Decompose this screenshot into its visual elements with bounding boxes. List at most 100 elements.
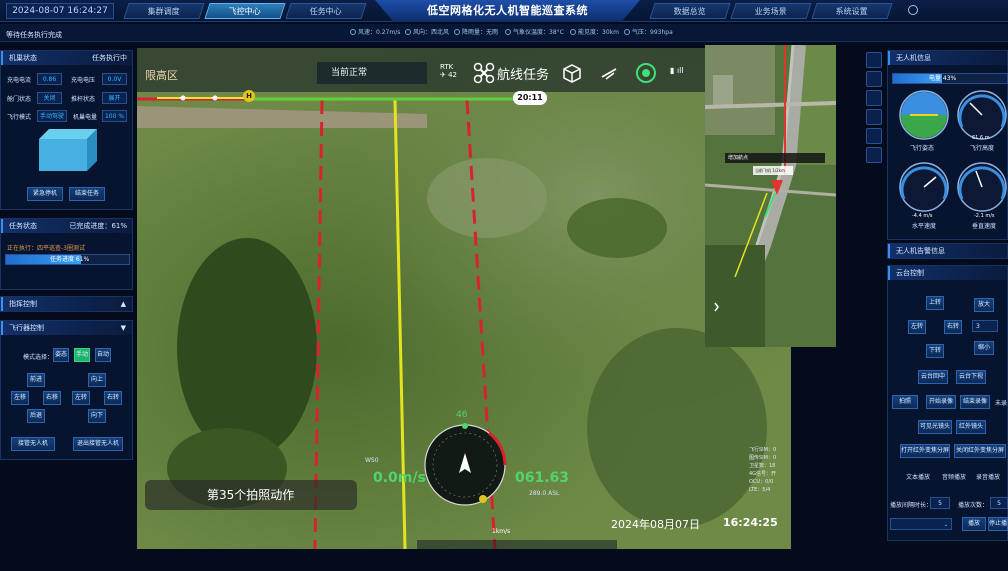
gimbal-down-button[interactable]: 下转 — [926, 344, 944, 358]
layers-icon[interactable] — [866, 71, 882, 87]
tab-cluster[interactable]: 集群调度 — [123, 3, 205, 19]
waypoint-tag: 增加航点 — [725, 153, 825, 163]
zoom-out-button[interactable]: 缩小 — [974, 341, 994, 355]
target-icon[interactable] — [635, 62, 657, 84]
stop-record-button[interactable]: 结束录像 — [960, 395, 990, 409]
text-play-tab[interactable]: 文本播放 — [906, 472, 930, 481]
times-input[interactable]: 5 — [990, 497, 1008, 509]
route-icon[interactable] — [866, 90, 882, 106]
value-push-status: 展开 — [102, 92, 127, 104]
pressure: 气压：993hpa — [624, 24, 673, 42]
plane-label: 当前飞机 1/2km — [753, 166, 793, 175]
close-ir-split-button[interactable]: 关闭红外变焦分屏 — [954, 444, 1006, 458]
mode-auto-button[interactable]: 自动 — [95, 348, 111, 362]
move-right-button[interactable]: 右移 — [43, 391, 61, 405]
wind-speed: 风速：0.27m/s — [350, 24, 400, 42]
gimbal-left-button[interactable]: 左转 — [908, 320, 926, 334]
thermometer-icon — [505, 29, 511, 35]
play-button[interactable]: 播放 — [962, 517, 986, 531]
attitude-label: 飞行姿态 — [910, 145, 935, 152]
turn-right-button[interactable]: 右转 — [104, 391, 122, 405]
open-ir-split-button[interactable]: 打开红外变焦分屏 — [900, 444, 950, 458]
interval-input[interactable]: 5 — [930, 497, 950, 509]
tab-settings[interactable]: 系统设置 — [811, 3, 893, 19]
up-button[interactable]: 向上 — [88, 373, 106, 387]
drone-battery-bar: 电量 43% — [892, 73, 1008, 84]
emergency-stop-button[interactable]: 紧急停机 — [27, 187, 63, 201]
altitude-label: 飞行高度 — [970, 145, 995, 152]
osd-stats: 飞行SIM：0 图传SIM：0 卫星数：18 4G信号：开 OCU：0/0 LTE：5/… — [749, 447, 777, 493]
backward-button[interactable]: 后退 — [27, 409, 45, 423]
altitude-readout: 061.63 — [515, 470, 570, 486]
nest-box-icon — [39, 129, 97, 171]
mission-label: 航线任务 — [497, 68, 550, 83]
record-play-tab[interactable]: 录音播放 — [976, 472, 1000, 481]
turn-left-button[interactable]: 左转 — [72, 391, 90, 405]
drone-battery-text: 电量 43% — [929, 75, 957, 82]
altitude-gauge — [957, 90, 1007, 140]
mode-manual-button[interactable]: 手动 — [74, 348, 90, 362]
heading-number: 46 — [456, 410, 468, 420]
forward-button[interactable]: 前进 — [27, 373, 45, 387]
stop-play-button[interactable]: 停止播 — [988, 517, 1008, 531]
speed-readout: 0.0m/s — [373, 470, 426, 486]
interval-label: 播放间隔时长： — [890, 502, 933, 509]
gear-icon[interactable] — [908, 5, 918, 15]
takeover-drone-button[interactable]: 接管无人机 — [11, 437, 55, 451]
audio-play-tab[interactable]: 音频播放 — [942, 472, 966, 481]
gimbal-down-view-button[interactable]: 云台下视 — [956, 370, 986, 384]
infrared-lens-button[interactable]: 红外镜头 — [956, 420, 986, 434]
tab-task[interactable]: 任务中心 — [285, 3, 367, 19]
gimbal-center-button[interactable]: 云台回中 — [918, 370, 948, 384]
alarm-panel[interactable]: 无人机告警信息 — [887, 243, 1008, 259]
drone-icon — [473, 62, 495, 84]
minimap[interactable]: 增加航点 当前飞机 1/2km — [705, 45, 836, 347]
horizontal-speed-gauge — [899, 162, 949, 212]
wind-icon — [350, 29, 356, 35]
attitude-gauge — [899, 90, 949, 140]
altitude-asl: 289.0 ASL — [529, 490, 560, 497]
gimbal-up-button[interactable]: 上转 — [926, 296, 944, 310]
down-button[interactable]: 向下 — [88, 409, 106, 423]
gimbal-control-title: 云台控制 — [888, 266, 1007, 280]
gimbal-right-button[interactable]: 右转 — [944, 320, 962, 334]
home-marker: H — [243, 90, 255, 102]
action-caption: 第35个拍照动作 — [145, 480, 357, 510]
photo-button[interactable]: 拍照 — [892, 395, 918, 409]
file-icon[interactable] — [866, 109, 882, 125]
value-nest-battery: 100 % — [102, 110, 127, 122]
exit-takeover-button[interactable]: 退出接管无人机 — [73, 437, 123, 451]
cube-icon[interactable] — [562, 63, 582, 83]
zoom-in-button[interactable]: 放大 — [974, 298, 994, 312]
distance-scale: 1km/s — [492, 528, 511, 535]
visible-lens-button[interactable]: 可见光镜头 — [918, 420, 952, 434]
rainfall: 降雨量：无雨 — [454, 24, 498, 42]
voice-select[interactable]: ⌄ — [890, 518, 952, 530]
compass-dial — [424, 423, 507, 506]
tab-data[interactable]: 数据总览 — [649, 3, 731, 19]
mode-attitude-button[interactable]: 姿态 — [53, 348, 69, 362]
value-charge-voltage: 0.0V — [102, 73, 127, 85]
start-record-button[interactable]: 开始录像 — [926, 395, 956, 409]
gimbal-control-panel: 云台控制 上转 左转 右转 下转 放大 3 缩小 云台回中 云台下视 拍照 开始… — [887, 265, 1008, 541]
map-pin-icon[interactable] — [866, 52, 882, 68]
task-progress-bar: 任务进度 61% — [5, 254, 130, 265]
value-charge-current: 0.86 — [37, 73, 62, 85]
label-nest-battery: 机巢电量 — [73, 114, 98, 121]
zoom-level-select[interactable]: 3 — [972, 320, 998, 332]
move-left-button[interactable]: 左移 — [11, 391, 29, 405]
end-task-button[interactable]: 结束任务 — [69, 187, 105, 201]
video-feed[interactable]: 限高区 当前正常 RTK ✈ 42 航线任务 ▮ ıll 20:11 H 第35个… — [137, 48, 791, 549]
record-state: 未录 — [995, 400, 1008, 407]
restricted-zone-label: 限高区 — [145, 69, 178, 82]
flag-icon[interactable] — [866, 147, 882, 163]
tab-flight-control[interactable]: 飞控中心 — [204, 3, 286, 19]
camera-icon[interactable] — [866, 128, 882, 144]
nest-status-panel: 机巢状态 任务执行中 充电电流 0.86 充电电压 0.0V 舱门状态 关闭 推杆… — [0, 50, 133, 210]
task-description: 正在执行：四平巡查-3圈测试 — [7, 245, 85, 252]
gimbal-panel[interactable]: 指挥控制 ▲ — [0, 296, 133, 312]
tab-business[interactable]: 业务场景 — [730, 3, 812, 19]
drone-info-title: 无人机信息 — [888, 51, 1007, 65]
task-progress-text: 任务进度 61% — [50, 256, 90, 263]
vertical-speed-gauge — [957, 162, 1007, 212]
